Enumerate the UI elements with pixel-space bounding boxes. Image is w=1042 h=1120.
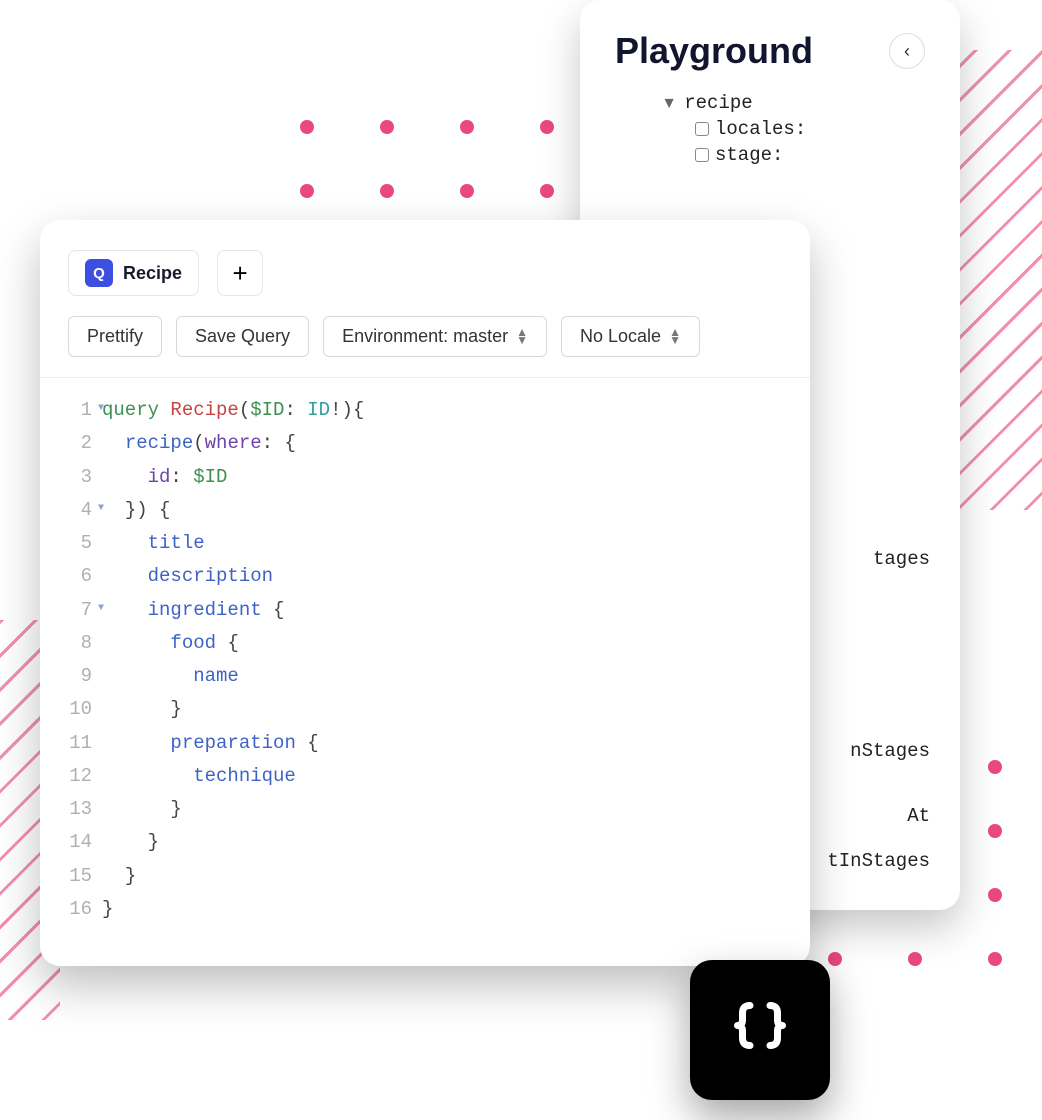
- code-line[interactable]: 6 description: [60, 560, 790, 593]
- tree-fragment: At: [907, 805, 930, 827]
- line-number: 3: [60, 461, 102, 494]
- code-line[interactable]: 16}: [60, 893, 790, 926]
- code-line[interactable]: 2 recipe(where: {: [60, 427, 790, 460]
- line-number: 10: [60, 693, 102, 726]
- tabs-row: Q Recipe +: [40, 220, 810, 306]
- line-number: 13: [60, 793, 102, 826]
- prettify-button[interactable]: Prettify: [68, 316, 162, 357]
- code-content: recipe(where: {: [102, 427, 296, 460]
- select-label: Environment: master: [342, 326, 508, 347]
- code-line[interactable]: 4▼ }) {: [60, 494, 790, 527]
- code-line[interactable]: 3 id: $ID: [60, 461, 790, 494]
- locale-select[interactable]: No Locale ▲▼: [561, 316, 700, 357]
- tree-fragment: tages: [873, 548, 930, 570]
- line-number: 12: [60, 760, 102, 793]
- tab-label: Recipe: [123, 263, 182, 284]
- line-number: 16: [60, 893, 102, 926]
- code-content: id: $ID: [102, 461, 227, 494]
- tree-node-stage[interactable]: stage:: [695, 144, 925, 166]
- save-query-button[interactable]: Save Query: [176, 316, 309, 357]
- code-line[interactable]: 10 }: [60, 693, 790, 726]
- code-line[interactable]: 13 }: [60, 793, 790, 826]
- chevron-left-icon: ‹: [904, 41, 910, 62]
- plus-icon: +: [232, 258, 247, 289]
- code-content: description: [102, 560, 273, 593]
- environment-select[interactable]: Environment: master ▲▼: [323, 316, 547, 357]
- fold-icon[interactable]: ▼: [98, 600, 104, 618]
- sort-icon: ▲▼: [516, 329, 528, 343]
- checkbox-icon[interactable]: [695, 122, 709, 136]
- fold-icon[interactable]: ▼: [98, 400, 104, 418]
- code-line[interactable]: 9 name: [60, 660, 790, 693]
- tree-node-label: locales:: [715, 118, 806, 140]
- code-content: }) {: [102, 494, 170, 527]
- checkbox-icon[interactable]: [695, 148, 709, 162]
- code-line[interactable]: 5 title: [60, 527, 790, 560]
- code-content: preparation {: [102, 727, 319, 760]
- tree-fragment: nStages: [850, 740, 930, 762]
- code-content: name: [102, 660, 239, 693]
- query-editor-panel: Q Recipe + Prettify Save Query Environme…: [40, 220, 810, 966]
- add-tab-button[interactable]: +: [217, 250, 263, 296]
- line-number: 14: [60, 826, 102, 859]
- button-label: Prettify: [87, 326, 143, 347]
- code-line[interactable]: 7▼ ingredient {: [60, 594, 790, 627]
- code-line[interactable]: 14 }: [60, 826, 790, 859]
- code-content: food {: [102, 627, 239, 660]
- braces-icon: [730, 998, 790, 1063]
- code-content: }: [102, 793, 182, 826]
- tree-node-locales[interactable]: locales:: [695, 118, 925, 140]
- line-number: 15: [60, 860, 102, 893]
- code-icon-card: [690, 960, 830, 1100]
- code-line[interactable]: 15 }: [60, 860, 790, 893]
- playground-title: Playground: [615, 30, 813, 72]
- code-content: title: [102, 527, 205, 560]
- line-number: 4▼: [60, 494, 102, 527]
- code-line[interactable]: 8 food {: [60, 627, 790, 660]
- select-label: No Locale: [580, 326, 661, 347]
- collapse-button[interactable]: ‹: [889, 33, 925, 69]
- line-number: 11: [60, 727, 102, 760]
- tab-recipe[interactable]: Q Recipe: [68, 250, 199, 296]
- caret-down-icon: ▶: [662, 98, 677, 107]
- code-content: query Recipe($ID: ID!){: [102, 394, 364, 427]
- code-content: }: [102, 693, 182, 726]
- code-line[interactable]: 12 technique: [60, 760, 790, 793]
- code-line[interactable]: 11 preparation {: [60, 727, 790, 760]
- line-number: 8: [60, 627, 102, 660]
- explorer-tree: ▶ recipe locales: stage:: [615, 92, 925, 166]
- decorative-dots-top: [300, 120, 554, 198]
- line-number: 2: [60, 427, 102, 460]
- tree-node-label: stage:: [715, 144, 783, 166]
- line-number: 9: [60, 660, 102, 693]
- line-number: 6: [60, 560, 102, 593]
- fold-icon[interactable]: ▼: [98, 500, 104, 518]
- code-content: technique: [102, 760, 296, 793]
- query-badge-icon: Q: [85, 259, 113, 287]
- line-number: 1▼: [60, 394, 102, 427]
- line-number: 5: [60, 527, 102, 560]
- button-label: Save Query: [195, 326, 290, 347]
- tree-fragment: tInStages: [827, 850, 930, 872]
- tree-node-label: recipe: [684, 92, 752, 114]
- line-number: 7▼: [60, 594, 102, 627]
- code-line[interactable]: 1▼query Recipe($ID: ID!){: [60, 394, 790, 427]
- code-content: }: [102, 893, 113, 926]
- editor-toolbar: Prettify Save Query Environment: master …: [40, 306, 810, 378]
- sort-icon: ▲▼: [669, 329, 681, 343]
- code-content: }: [102, 860, 136, 893]
- code-content: }: [102, 826, 159, 859]
- code-content: ingredient {: [102, 594, 284, 627]
- code-editor[interactable]: 1▼query Recipe($ID: ID!){2 recipe(where:…: [40, 378, 810, 926]
- tree-node-recipe[interactable]: ▶ recipe: [665, 92, 925, 114]
